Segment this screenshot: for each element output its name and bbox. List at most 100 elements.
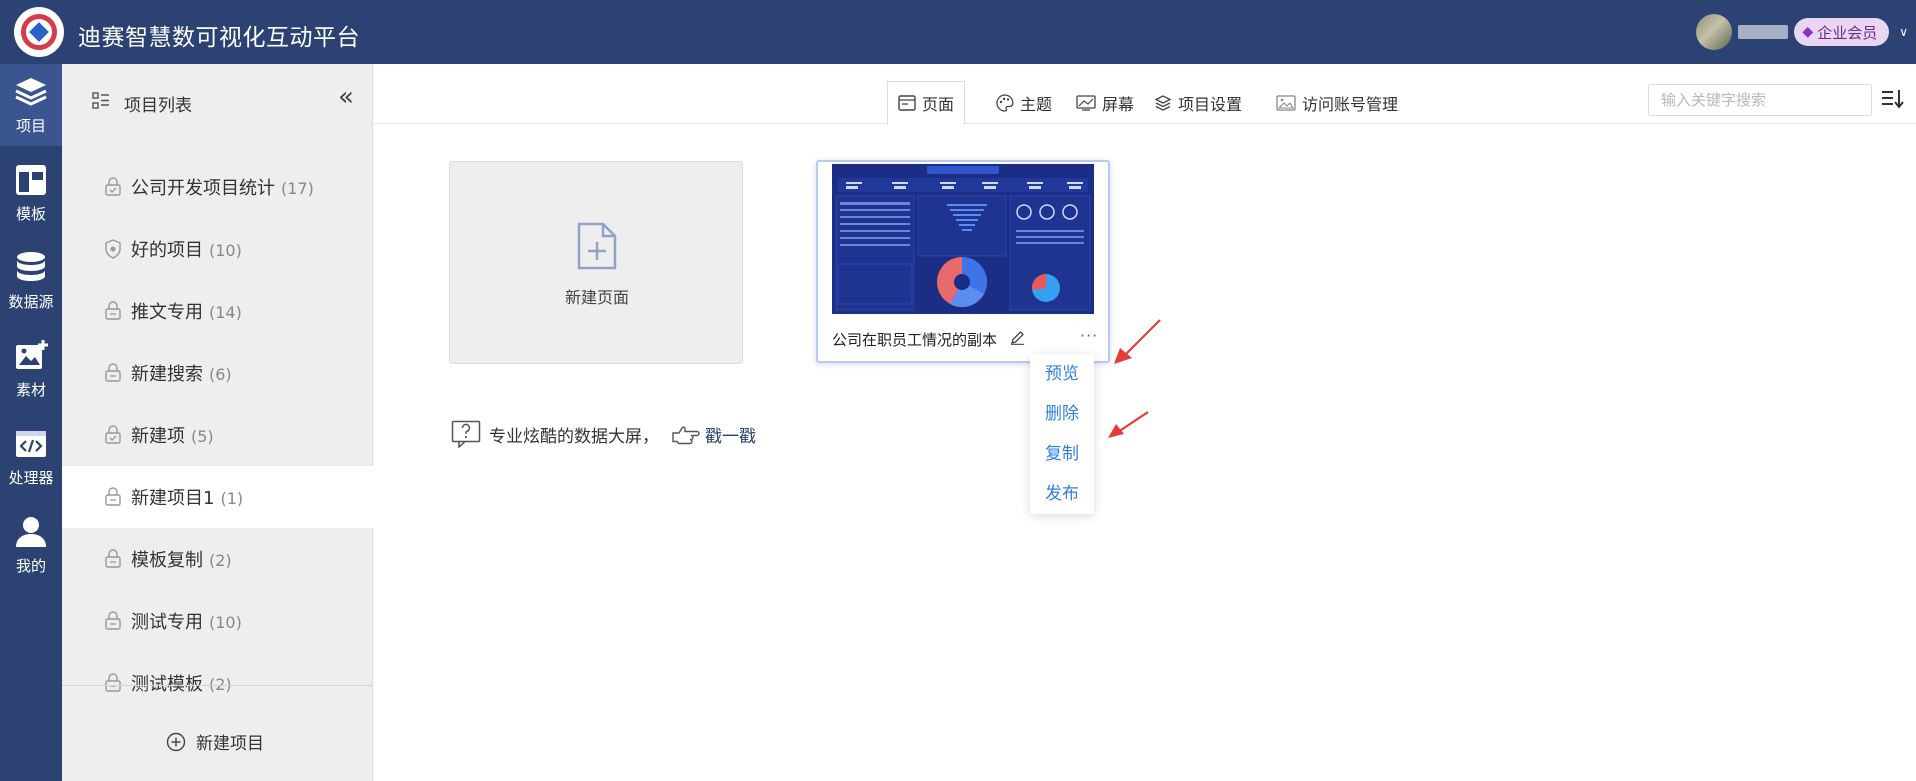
project-name: 公司开发项目统计 xyxy=(131,178,275,199)
project-count: (10) xyxy=(209,613,242,632)
project-name: 模板复制 xyxy=(131,550,203,571)
image-icon xyxy=(1276,95,1296,111)
tab-page[interactable]: 页面 xyxy=(887,81,966,125)
project-item[interactable]: 模板复制 (2) xyxy=(62,528,373,590)
hint-link[interactable]: 戳一戳 xyxy=(705,422,756,447)
project-count: (6) xyxy=(209,365,232,384)
project-item[interactable]: 测试专用 (10) xyxy=(62,590,373,652)
project-count: (1) xyxy=(220,489,244,508)
project-name: 好的项目 xyxy=(131,240,203,261)
code-icon xyxy=(16,431,46,457)
screen-icon xyxy=(1076,95,1096,111)
nav-item-template[interactable]: 模板 xyxy=(0,152,62,234)
diamond-icon: ◆ xyxy=(1802,24,1814,40)
project-sidebar: 项目列表 « 公司开发项目统计 (17) 好的项目 (10) 推文专用 (14) xyxy=(62,64,373,781)
lock-icon xyxy=(105,487,121,506)
red-arrow-icon xyxy=(1114,319,1161,364)
page-icon xyxy=(898,95,916,111)
question-icon xyxy=(451,420,481,448)
nav-label: 素材 xyxy=(15,381,46,399)
nav-item-datasource[interactable]: 数据源 xyxy=(0,240,62,322)
database-icon xyxy=(17,252,45,281)
tab-project-settings[interactable]: 项目设置 xyxy=(1144,81,1252,125)
app-logo[interactable] xyxy=(14,7,64,57)
hint-row: 专业炫酷的数据大屏， 戳一戳 xyxy=(451,420,756,448)
vip-badge: ◆ 企业会员 xyxy=(1794,18,1890,46)
tab-label: 主题 xyxy=(1020,95,1053,114)
project-item[interactable]: 测试模板 (2) xyxy=(62,652,373,714)
project-name: 新建项目1 xyxy=(131,488,215,509)
chevron-down-icon[interactable]: ∨ xyxy=(1899,25,1908,39)
menu-item-publish[interactable]: 发布 xyxy=(1030,474,1094,514)
project-item[interactable]: 新建项 (5) xyxy=(62,404,373,466)
menu-item-preview[interactable]: 预览 xyxy=(1030,354,1094,394)
sort-icon[interactable] xyxy=(1880,88,1904,110)
new-page-card[interactable]: 新建页面 xyxy=(449,161,743,364)
user-icon xyxy=(16,517,46,547)
more-icon[interactable]: ··· xyxy=(1080,326,1098,345)
search-input[interactable] xyxy=(1648,84,1872,116)
layers-icon xyxy=(15,78,47,106)
project-count: (10) xyxy=(209,241,242,260)
project-name: 推文专用 xyxy=(131,302,203,323)
left-nav: 项目 模板 数据源 素材 处理器 我的 xyxy=(0,64,62,781)
tab-label: 项目设置 xyxy=(1178,95,1243,114)
lock-icon xyxy=(105,611,121,630)
app-header: 迪赛智慧数可视化互动平台 ◆ 企业会员 ∨ xyxy=(0,0,1916,64)
list-icon xyxy=(92,92,109,109)
page-thumbnail[interactable] xyxy=(832,164,1094,314)
nav-label: 模板 xyxy=(15,205,46,223)
lock-icon xyxy=(105,363,121,382)
project-item[interactable]: 推文专用 (14) xyxy=(62,280,373,342)
tab-screen[interactable]: 屏幕 xyxy=(1066,81,1144,125)
app-title: 迪赛智慧数可视化互动平台 xyxy=(78,25,360,51)
nav-item-material[interactable]: 素材 xyxy=(0,328,62,410)
nav-label: 项目 xyxy=(15,117,46,135)
project-count: (2) xyxy=(209,551,232,570)
lock-icon xyxy=(105,549,121,568)
new-project-button[interactable]: 新建项目 xyxy=(166,729,264,754)
project-name: 新建搜索 xyxy=(131,364,203,385)
add-document-icon xyxy=(577,222,617,270)
project-item[interactable]: 新建搜索 (6) xyxy=(62,342,373,404)
lock-icon xyxy=(105,177,121,196)
tab-label: 屏幕 xyxy=(1102,95,1135,114)
nav-item-mine[interactable]: 我的 xyxy=(0,504,62,586)
palette-icon xyxy=(996,94,1014,112)
sidebar-divider xyxy=(62,685,373,686)
shield-icon xyxy=(105,239,121,259)
username-blurred xyxy=(1738,25,1789,39)
new-project-label: 新建项目 xyxy=(196,734,264,754)
project-item-selected[interactable]: 新建项目1 (1) xyxy=(62,466,373,528)
tab-access-account[interactable]: 访问账号管理 xyxy=(1266,81,1408,125)
pointing-hand-icon xyxy=(672,426,700,445)
nav-item-project[interactable]: 项目 xyxy=(0,64,62,146)
nav-label: 我的 xyxy=(15,557,46,575)
page-context-menu: 预览 删除 复制 发布 xyxy=(1030,354,1094,514)
new-page-label: 新建页面 xyxy=(564,288,629,307)
image-add-icon xyxy=(16,340,48,369)
dashboard-thumbnail-image xyxy=(832,164,1094,314)
project-item[interactable]: 公司开发项目统计 (17) xyxy=(62,156,373,218)
tab-theme[interactable]: 主题 xyxy=(986,81,1062,125)
project-count: (17) xyxy=(281,179,314,198)
project-count: (5) xyxy=(191,427,214,446)
lock-icon xyxy=(105,425,121,444)
sidebar-title: 项目列表 xyxy=(124,96,192,116)
avatar[interactable] xyxy=(1696,14,1733,50)
collapse-icon[interactable]: « xyxy=(338,84,354,110)
menu-item-delete[interactable]: 删除 xyxy=(1030,394,1094,434)
page-title: 公司在职员工情况的副本 xyxy=(832,331,998,349)
red-arrow-icon xyxy=(1108,411,1149,438)
nav-item-processor[interactable]: 处理器 xyxy=(0,416,62,498)
project-item[interactable]: 好的项目 (10) xyxy=(62,218,373,280)
menu-item-copy[interactable]: 复制 xyxy=(1030,434,1094,474)
user-menu[interactable]: ◆ 企业会员 ∨ xyxy=(1696,14,1908,50)
project-count: (14) xyxy=(209,303,242,322)
project-name: 新建项 xyxy=(131,426,185,447)
hint-text: 专业炫酷的数据大屏， xyxy=(489,426,659,447)
pencil-icon[interactable] xyxy=(1010,330,1025,345)
page-card[interactable]: 公司在职员工情况的副本 ··· xyxy=(816,160,1110,363)
stack-icon xyxy=(1154,95,1172,111)
nav-label: 处理器 xyxy=(8,469,54,487)
